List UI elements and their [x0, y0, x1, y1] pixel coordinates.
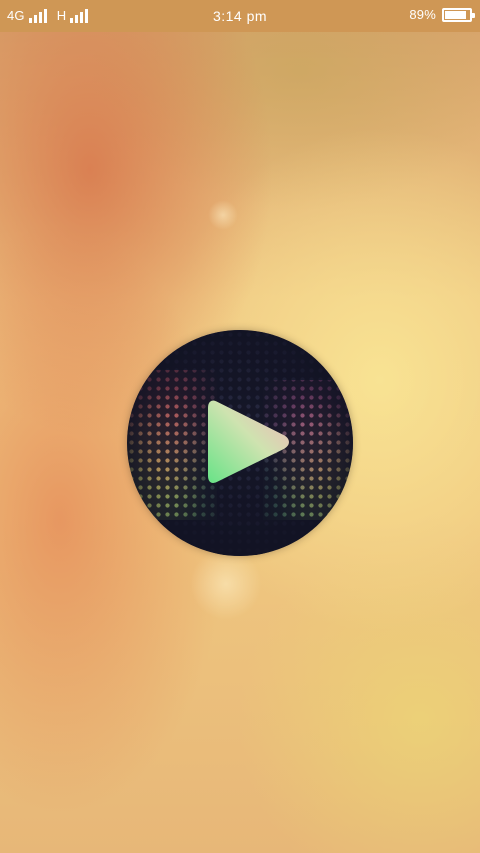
status-bar: 4G H 3:14 pm 89% — [0, 0, 480, 32]
bokeh-light — [208, 200, 238, 230]
clock: 3:14 pm — [212, 8, 268, 24]
battery-group: 89% — [409, 7, 475, 22]
battery-fill — [445, 10, 467, 19]
play-icon — [208, 400, 289, 483]
battery-percentage: 89% — [409, 7, 436, 22]
battery-icon — [442, 7, 475, 22]
app-logo-play-button[interactable] — [127, 330, 353, 556]
battery-nub — [472, 12, 475, 18]
bokeh-light — [190, 548, 262, 620]
